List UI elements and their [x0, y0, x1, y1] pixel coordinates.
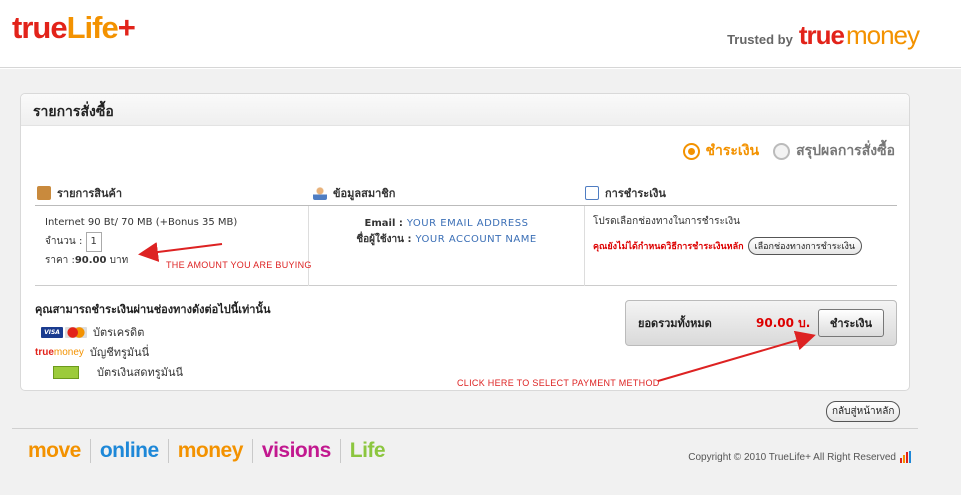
quantity-row: จำนวน : 1: [45, 232, 298, 252]
bars-logo-icon: [900, 451, 911, 463]
annotation-amount: THE AMOUNT YOU ARE BUYING: [166, 260, 312, 270]
copyright: Copyright © 2010 TrueLife+ All Right Res…: [688, 451, 911, 463]
cash-card-icon: [53, 365, 79, 379]
payment-warning-row: คุณยังไม่ได้กำหนดวิธีการชำระเงินหลัก เลื…: [593, 237, 889, 255]
method-cash-card-label: บัตรเงินสดทรูมันนี: [97, 366, 183, 379]
brand-money[interactable]: money: [169, 439, 252, 463]
truemoney-logo-part1: true: [798, 20, 845, 50]
username-row: ชื่อผู้ใช้งาน : YOUR ACCOUNT NAME: [319, 232, 574, 248]
choose-payment-button[interactable]: เลือกช่องทางการชำระเงิน: [747, 237, 863, 255]
credit-card-icon: VISA: [41, 326, 87, 338]
quantity-label: จำนวน :: [45, 236, 83, 247]
truelife-logo[interactable]: trueLife+: [12, 10, 136, 46]
trusted-label: Trusted by: [727, 32, 793, 47]
email-label: Email :: [364, 218, 403, 229]
mastercard-icon: [65, 326, 87, 338]
product-name: Internet 90 Bt/ 70 MB (+Bonus 35 MB): [45, 217, 238, 228]
pay-button[interactable]: ชำระเงิน: [817, 309, 884, 337]
member-details: Email : YOUR EMAIL ADDRESS ชื่อผู้ใช้งาน…: [309, 206, 585, 286]
method-truemoney-label: บัญชีทรูมันนี่: [89, 346, 150, 359]
radio-active-icon: [682, 142, 700, 160]
method-truemoney-account: truemoney บัญชีทรูมันนี่: [35, 342, 270, 362]
main-area: รายการสั่งซื้อ ชำระเงิน สรุปผลการสั่งซื้…: [0, 69, 961, 495]
columns-header: รายการสินค้า ข้อมูลสมาชิก การชำระเงิน: [35, 178, 897, 206]
payment-prompt: โปรดเลือกช่องทางในการชำระเงิน: [593, 216, 740, 227]
total-label: ยอดรวมทั้งหมด: [638, 317, 712, 330]
order-panel: รายการสั่งซื้อ ชำระเงิน สรุปผลการสั่งซื้…: [20, 93, 910, 391]
column-products-label: รายการสินค้า: [57, 187, 123, 200]
panel-title: รายการสั่งซื้อ: [21, 94, 909, 126]
payment-methods-title: คุณสามารถชำระเงินผ่านช่องทางดังต่อไปนี้เ…: [35, 303, 271, 316]
document-icon: [585, 186, 599, 200]
column-payment-label: การชำระเงิน: [605, 187, 666, 200]
method-cash-card: บัตรเงินสดทรูมันนี: [35, 362, 270, 382]
step-summary: สรุปผลการสั่งซื้อ: [773, 140, 895, 162]
user-icon: [313, 186, 327, 200]
total-box: ยอดรวมทั้งหมด 90.00 บ. ชำระเงิน: [625, 300, 897, 346]
email-value: YOUR EMAIL ADDRESS: [406, 218, 529, 229]
payment-warning: คุณยังไม่ได้กำหนดวิธีการชำระเงินหลัก: [593, 242, 744, 252]
step-payment: ชำระเงิน: [682, 140, 760, 162]
brand-online[interactable]: online: [91, 439, 168, 463]
copyright-text: Copyright © 2010 TrueLife+ All Right Res…: [688, 451, 896, 463]
brand-move[interactable]: move: [28, 439, 90, 463]
brand-visions[interactable]: visions: [253, 439, 340, 463]
step-summary-label: สรุปผลการสั่งซื้อ: [796, 143, 895, 159]
method-credit-card-label: บัตรเครดิต: [93, 326, 145, 339]
annotation-payment: CLICK HERE TO SELECT PAYMENT METHOD: [457, 378, 660, 388]
payment-details: โปรดเลือกช่องทางในการชำระเงิน คุณยังไม่ไ…: [585, 206, 897, 286]
top-header: trueLife+ Trusted by true money: [0, 0, 961, 68]
column-payment: การชำระเงิน: [585, 184, 666, 202]
brand-life[interactable]: Life: [341, 439, 394, 463]
visa-icon: VISA: [41, 326, 63, 338]
username-label: ชื่อผู้ใช้งาน :: [356, 234, 412, 245]
column-member: ข้อมูลสมาชิก: [313, 184, 395, 202]
product-details: Internet 90 Bt/ 70 MB (+Bonus 35 MB) จำน…: [35, 206, 309, 286]
truemoney-logo-part2: money: [845, 20, 920, 50]
footer-divider: [12, 428, 918, 429]
quantity-field[interactable]: 1: [85, 232, 102, 252]
payment-methods: คุณสามารถชำระเงินผ่านช่องทางดังต่อไปนี้เ…: [35, 300, 270, 382]
price-value: 90.00: [74, 255, 107, 266]
total-amount: 90.00 บ.: [756, 315, 811, 330]
back-to-home-button[interactable]: กลับสู่หน้าหลัก: [826, 401, 901, 422]
columns-body: Internet 90 Bt/ 70 MB (+Bonus 35 MB) จำน…: [35, 206, 897, 286]
column-products: รายการสินค้า: [37, 184, 122, 202]
price-currency: บาท: [109, 255, 129, 266]
package-icon: [37, 186, 51, 200]
method-credit-card: VISA บัตรเครดิต: [35, 322, 270, 342]
truemoney-logo-icon: truemoney: [35, 346, 84, 358]
price-label: ราคา :: [45, 255, 75, 266]
username-value: YOUR ACCOUNT NAME: [415, 234, 537, 245]
radio-inactive-icon: [773, 142, 791, 160]
column-member-label: ข้อมูลสมาชิก: [333, 187, 396, 200]
footer-brands: move online money visions Life: [28, 439, 394, 463]
email-row: Email : YOUR EMAIL ADDRESS: [319, 216, 574, 232]
step-payment-label: ชำระเงิน: [705, 143, 760, 159]
checkout-steps: ชำระเงิน สรุปผลการสั่งซื้อ: [682, 140, 895, 162]
trusted-by-truemoney: Trusted by true money: [727, 20, 920, 51]
